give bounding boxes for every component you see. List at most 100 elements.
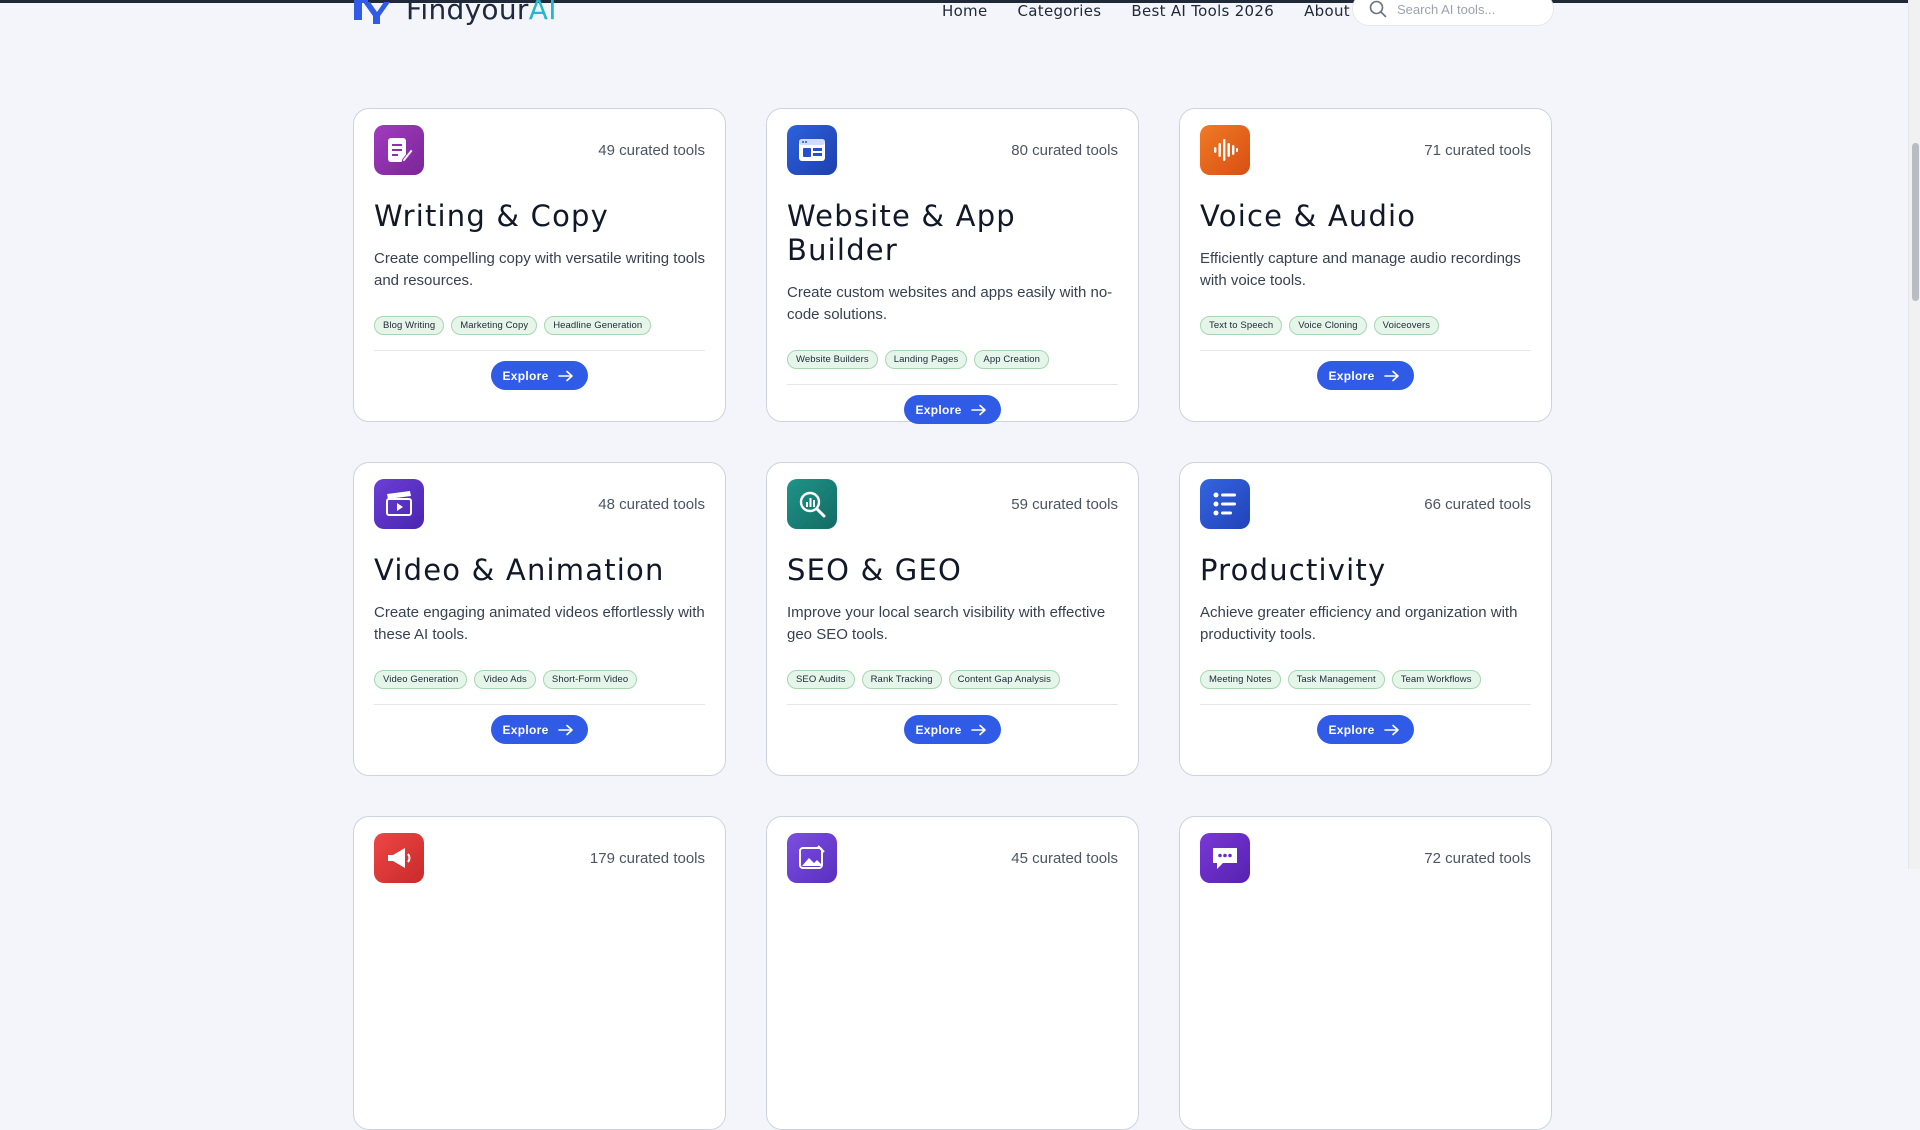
arrow-right-icon — [557, 370, 573, 381]
tag[interactable]: Voiceovers — [1373, 316, 1440, 335]
card-title: Voice & Audio — [1200, 199, 1417, 233]
explore-button[interactable]: Explore — [491, 361, 588, 390]
explore-label: Explore — [502, 722, 549, 737]
nav-best-ai-tools[interactable]: Best AI Tools 2026 — [1131, 2, 1274, 20]
brand-logo[interactable]: FindyourAI — [352, 0, 557, 26]
tag-list: Meeting Notes Task Management Team Workf… — [1200, 670, 1531, 689]
tag[interactable]: Short-Form Video — [542, 670, 638, 689]
tag-list: SEO Audits Rank Tracking Content Gap Ana… — [787, 670, 1118, 689]
tool-count: 48 curated tools — [598, 496, 705, 513]
explore-label: Explore — [915, 402, 962, 417]
category-card-writing[interactable]: 49 curated tools Writing & Copy Create c… — [353, 108, 726, 422]
explore-label: Explore — [1328, 368, 1375, 383]
logo-mark-icon — [354, 0, 390, 24]
card-title: Website & App Builder — [787, 199, 1016, 267]
nav-categories[interactable]: Categories — [1018, 2, 1102, 20]
category-card-video[interactable]: 48 curated tools Video & Animation Creat… — [353, 462, 726, 776]
arrow-right-icon — [970, 404, 986, 415]
tag[interactable]: Video Generation — [374, 670, 468, 689]
arrow-right-icon — [1383, 370, 1399, 381]
tool-count: 80 curated tools — [1011, 142, 1118, 159]
tag-list: Website Builders Landing Pages App Creat… — [787, 350, 1118, 369]
explore-button[interactable]: Explore — [491, 715, 588, 744]
nav-home[interactable]: Home — [942, 2, 988, 20]
divider — [1200, 704, 1531, 705]
vertical-scrollbar[interactable] — [1908, 0, 1920, 869]
tool-count: 49 curated tools — [598, 142, 705, 159]
tag[interactable]: Video Ads — [474, 670, 536, 689]
tag[interactable]: Landing Pages — [884, 350, 968, 369]
tool-count: 179 curated tools — [589, 850, 705, 867]
card-description: Create engaging animated videos effortle… — [374, 604, 705, 643]
card-title: Writing & Copy — [374, 199, 609, 233]
card-description: Efficiently capture and manage audio rec… — [1200, 250, 1521, 289]
main-nav: Home Categories Best AI Tools 2026 About — [942, 2, 1380, 20]
megaphone-icon — [374, 833, 424, 883]
tool-count: 45 curated tools — [1011, 850, 1118, 867]
tag[interactable]: Rank Tracking — [861, 670, 942, 689]
divider — [787, 384, 1118, 385]
tool-count: 66 curated tools — [1424, 496, 1531, 513]
tag-list: Blog Writing Marketing Copy Headline Gen… — [374, 316, 705, 335]
search-box[interactable] — [1352, 0, 1554, 26]
tag[interactable]: Task Management — [1287, 670, 1385, 689]
tag[interactable]: Team Workflows — [1391, 670, 1481, 689]
tag[interactable]: Headline Generation — [544, 316, 652, 335]
card-title: Video & Animation — [374, 553, 665, 587]
card-description: Create custom websites and apps easily w… — [787, 284, 1113, 323]
card-description: Create compelling copy with versatile wr… — [374, 250, 705, 289]
chat-bubble-icon — [1200, 833, 1250, 883]
arrow-right-icon — [1383, 724, 1399, 735]
tag[interactable]: Website Builders — [787, 350, 878, 369]
scrollbar-thumb[interactable] — [1912, 143, 1919, 301]
category-card-image[interactable]: 45 curated tools — [766, 816, 1139, 1130]
image-edit-icon — [787, 833, 837, 883]
category-card-marketing[interactable]: 179 curated tools — [353, 816, 726, 1130]
category-card-seo[interactable]: 59 curated tools SEO & GEO Improve your … — [766, 462, 1139, 776]
card-title: SEO & GEO — [787, 553, 963, 587]
brand-suffix: AI — [528, 0, 557, 26]
explore-button[interactable]: Explore — [904, 715, 1001, 744]
category-grid: 49 curated tools Writing & Copy Create c… — [353, 108, 1552, 1130]
category-card-chatbots[interactable]: 72 curated tools — [1179, 816, 1552, 1130]
checklist-icon — [1200, 479, 1250, 529]
card-description: Achieve greater efficiency and organizat… — [1200, 604, 1518, 643]
explore-label: Explore — [1328, 722, 1375, 737]
card-description: Improve your local search visibility wit… — [787, 604, 1106, 643]
tag-list: Text to Speech Voice Cloning Voiceovers — [1200, 316, 1531, 335]
seo-search-icon — [787, 479, 837, 529]
tag[interactable]: Meeting Notes — [1200, 670, 1281, 689]
audio-wave-icon — [1200, 125, 1250, 175]
tag[interactable]: Text to Speech — [1200, 316, 1283, 335]
tool-count: 72 curated tools — [1424, 850, 1531, 867]
tool-count: 71 curated tools — [1424, 142, 1531, 159]
arrow-right-icon — [970, 724, 986, 735]
divider — [787, 704, 1118, 705]
category-card-website[interactable]: 80 curated tools Website & App Builder C… — [766, 108, 1139, 424]
category-card-voice[interactable]: 71 curated tools Voice & Audio Efficient… — [1179, 108, 1552, 422]
explore-button[interactable]: Explore — [1317, 361, 1414, 390]
tag[interactable]: Blog Writing — [374, 316, 445, 335]
search-input[interactable] — [1397, 1, 1547, 17]
tag[interactable]: Marketing Copy — [451, 316, 538, 335]
tag[interactable]: SEO Audits — [787, 670, 855, 689]
arrow-right-icon — [557, 724, 573, 735]
tag[interactable]: Voice Cloning — [1289, 316, 1367, 335]
divider — [374, 350, 705, 351]
card-title: Productivity — [1200, 553, 1387, 587]
explore-button[interactable]: Explore — [1317, 715, 1414, 744]
explore-label: Explore — [915, 722, 962, 737]
divider — [1200, 350, 1531, 351]
divider — [374, 704, 705, 705]
clapperboard-icon — [374, 479, 424, 529]
tag[interactable]: Content Gap Analysis — [948, 670, 1060, 689]
explore-button[interactable]: Explore — [904, 395, 1001, 424]
brand-name: FindyourAI — [406, 0, 557, 26]
tag[interactable]: App Creation — [974, 350, 1050, 369]
tool-count: 59 curated tools — [1011, 496, 1118, 513]
website-icon — [787, 125, 837, 175]
nav-about[interactable]: About — [1304, 2, 1350, 20]
writing-icon — [374, 125, 424, 175]
category-card-productivity[interactable]: 66 curated tools Productivity Achieve gr… — [1179, 462, 1552, 776]
explore-label: Explore — [502, 368, 549, 383]
